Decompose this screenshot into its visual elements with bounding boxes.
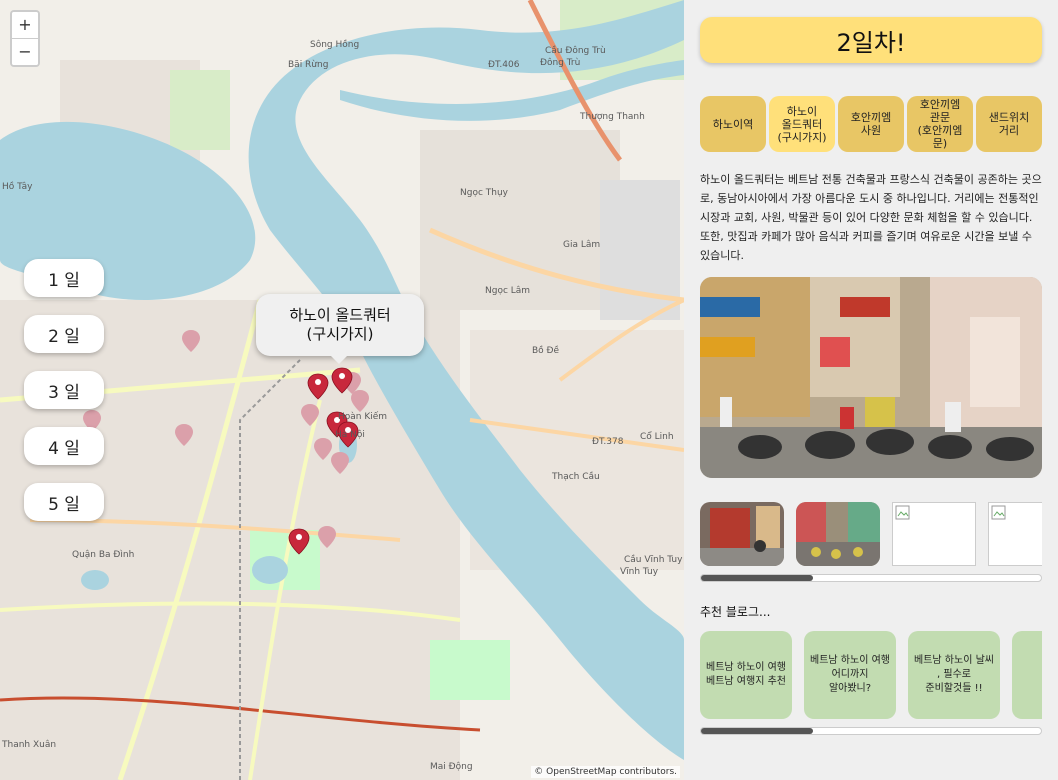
map-place-label: Bãi Rừng <box>288 60 329 70</box>
photo-scrollbar[interactable] <box>700 574 1042 582</box>
main-photo <box>700 277 1042 478</box>
place-label: 호안끼엠 <box>850 111 892 124</box>
blog-strip[interactable]: 베트남 하노이 여행 베트남 여행지 추천 베트남 하노이 여행 어디까지 알아… <box>700 631 1042 719</box>
tooltip-line-1: 하노이 올드쿼터 <box>289 306 391 324</box>
blog-heading: 추천 블로그... <box>700 605 771 619</box>
map-place-label: Đông Trù <box>540 58 581 68</box>
map-place-label: Sông Hồng <box>310 40 360 50</box>
map-place-label: Thượng Thanh <box>580 112 645 122</box>
blog-card[interactable]: 베트남 하노이 날씨 , 필수로 준비할것들 !! <box>908 631 1000 719</box>
place-tab-sandwich-street[interactable]: 샌드위치 거리 <box>976 96 1042 152</box>
place-label: 올드쿼터 <box>781 117 823 131</box>
map-place-label: Thanh Xuân <box>2 740 57 750</box>
map-place-label: Ngọc Lâm <box>485 286 531 296</box>
map-place-label: Cầu Đông Trù <box>545 46 606 56</box>
blog-card-line: 베트남 하노이 여행 <box>810 655 890 666</box>
place-tabs: 하노이역 하노이 올드쿼터 (구시가지) 호안끼엠 사원 호안끼엠 관문 (호안… <box>700 96 1042 152</box>
day-4-button[interactable]: 4 일 <box>24 427 104 465</box>
map-place-label: ĐT.378 <box>592 437 624 447</box>
broken-image-icon[interactable] <box>988 502 1042 566</box>
blog-card-line: 베트남 하노이 여행 <box>706 662 786 673</box>
map[interactable]: Đông Trù Cầu Đông Trù Thượng Thanh Ngọc Thụ… <box>0 0 684 780</box>
photo-strip[interactable] <box>700 502 1042 566</box>
place-tab-hanoi-station[interactable]: 하노이역 <box>700 96 766 152</box>
itinerary-panel: 2일차! 하노이역 하노이 올드쿼터 (구시가지) 호안끼엠 사원 호안끼엠 관… <box>684 0 1058 780</box>
blog-card-line: 어디까지 <box>831 669 869 680</box>
blog-scrollbar[interactable] <box>700 727 1042 735</box>
map-place-label: Cầu Vĩnh Tuy <box>624 555 683 565</box>
marker-tooltip: 하노이 올드쿼터 (구시가지) <box>256 294 424 364</box>
broken-image-icon[interactable] <box>892 502 976 566</box>
place-label: (구시가지) <box>777 130 827 144</box>
photo-scrollbar-thumb[interactable] <box>701 575 814 581</box>
place-label: (호안끼엠 <box>917 124 963 137</box>
zoom-in-button[interactable]: + <box>12 12 38 38</box>
place-label: 하노이역 <box>712 117 754 131</box>
blog-card-line: 베트남 하노이 날씨 <box>914 655 994 666</box>
map-place-label: Hồ Tây <box>2 182 33 192</box>
place-label: 문) <box>932 137 948 150</box>
map-attribution[interactable]: © OpenStreetMap contributors. <box>531 766 680 778</box>
place-label: 거리 <box>998 124 1020 137</box>
blog-card-line: , 필수로 <box>937 669 971 680</box>
place-tab-old-quarter[interactable]: 하노이 올드쿼터 (구시가지) <box>769 96 835 152</box>
blog-card[interactable]: 베트 간 prob 숙박 <box>1012 631 1042 719</box>
map-place-label: Bồ Đề <box>532 346 560 356</box>
map-place-label: Thạch Cầu <box>552 472 600 482</box>
day-1-button[interactable]: 1 일 <box>24 259 104 297</box>
blog-card[interactable]: 베트남 하노이 여행 베트남 여행지 추천 <box>700 631 792 719</box>
map-place-label: Mai Động <box>430 762 473 772</box>
day-3-button[interactable]: 3 일 <box>24 371 104 409</box>
place-label: 관문 <box>929 111 951 124</box>
blog-card-line: 준비할것들 !! <box>925 683 983 694</box>
map-place-label: Vĩnh Tuy <box>620 567 659 577</box>
place-tab-hoan-kiem-temple[interactable]: 호안끼엠 사원 <box>838 96 904 152</box>
day-5-button[interactable]: 5 일 <box>24 483 104 521</box>
map-place-label: Quận Ba Đình <box>72 550 135 560</box>
blog-card[interactable]: 베트남 하노이 여행 어디까지 알아봤니? <box>804 631 896 719</box>
place-label: 사원 <box>860 124 882 137</box>
map-place-label: Hà Nội <box>335 430 365 440</box>
place-tab-hoan-kiem-gate[interactable]: 호안끼엠 관문 (호안끼엠 문) <box>907 96 973 152</box>
zoom-control: + − <box>10 10 40 67</box>
blog-card-line: 베트남 여행지 추천 <box>706 676 786 687</box>
zoom-out-button[interactable]: − <box>12 38 38 65</box>
day-title: 2일차! <box>700 17 1042 63</box>
tooltip-line-2: (구시가지) <box>306 325 374 343</box>
map-place-label: Ngọc Thụy <box>460 188 508 198</box>
place-label: 샌드위치 <box>988 111 1030 124</box>
map-place-label: Cổ Linh <box>640 432 674 442</box>
map-place-label: Gia Lâm <box>563 240 601 250</box>
place-description: 하노이 올드쿼터는 베트남 전통 건축물과 프랑스식 건축물이 공존하는 곳으로… <box>700 173 1042 262</box>
map-place-label: Hoàn Kiếm <box>338 412 388 422</box>
photo-thumb[interactable] <box>700 502 784 566</box>
blog-scrollbar-thumb[interactable] <box>701 728 814 734</box>
day-2-button[interactable]: 2 일 <box>24 315 104 353</box>
photo-thumb[interactable] <box>796 502 880 566</box>
blog-card-line: 알아봤니? <box>828 683 872 694</box>
map-place-label: ĐT.406 <box>488 60 520 70</box>
place-label: 호안끼엠 <box>919 98 961 111</box>
place-label: 하노이 <box>786 104 818 118</box>
